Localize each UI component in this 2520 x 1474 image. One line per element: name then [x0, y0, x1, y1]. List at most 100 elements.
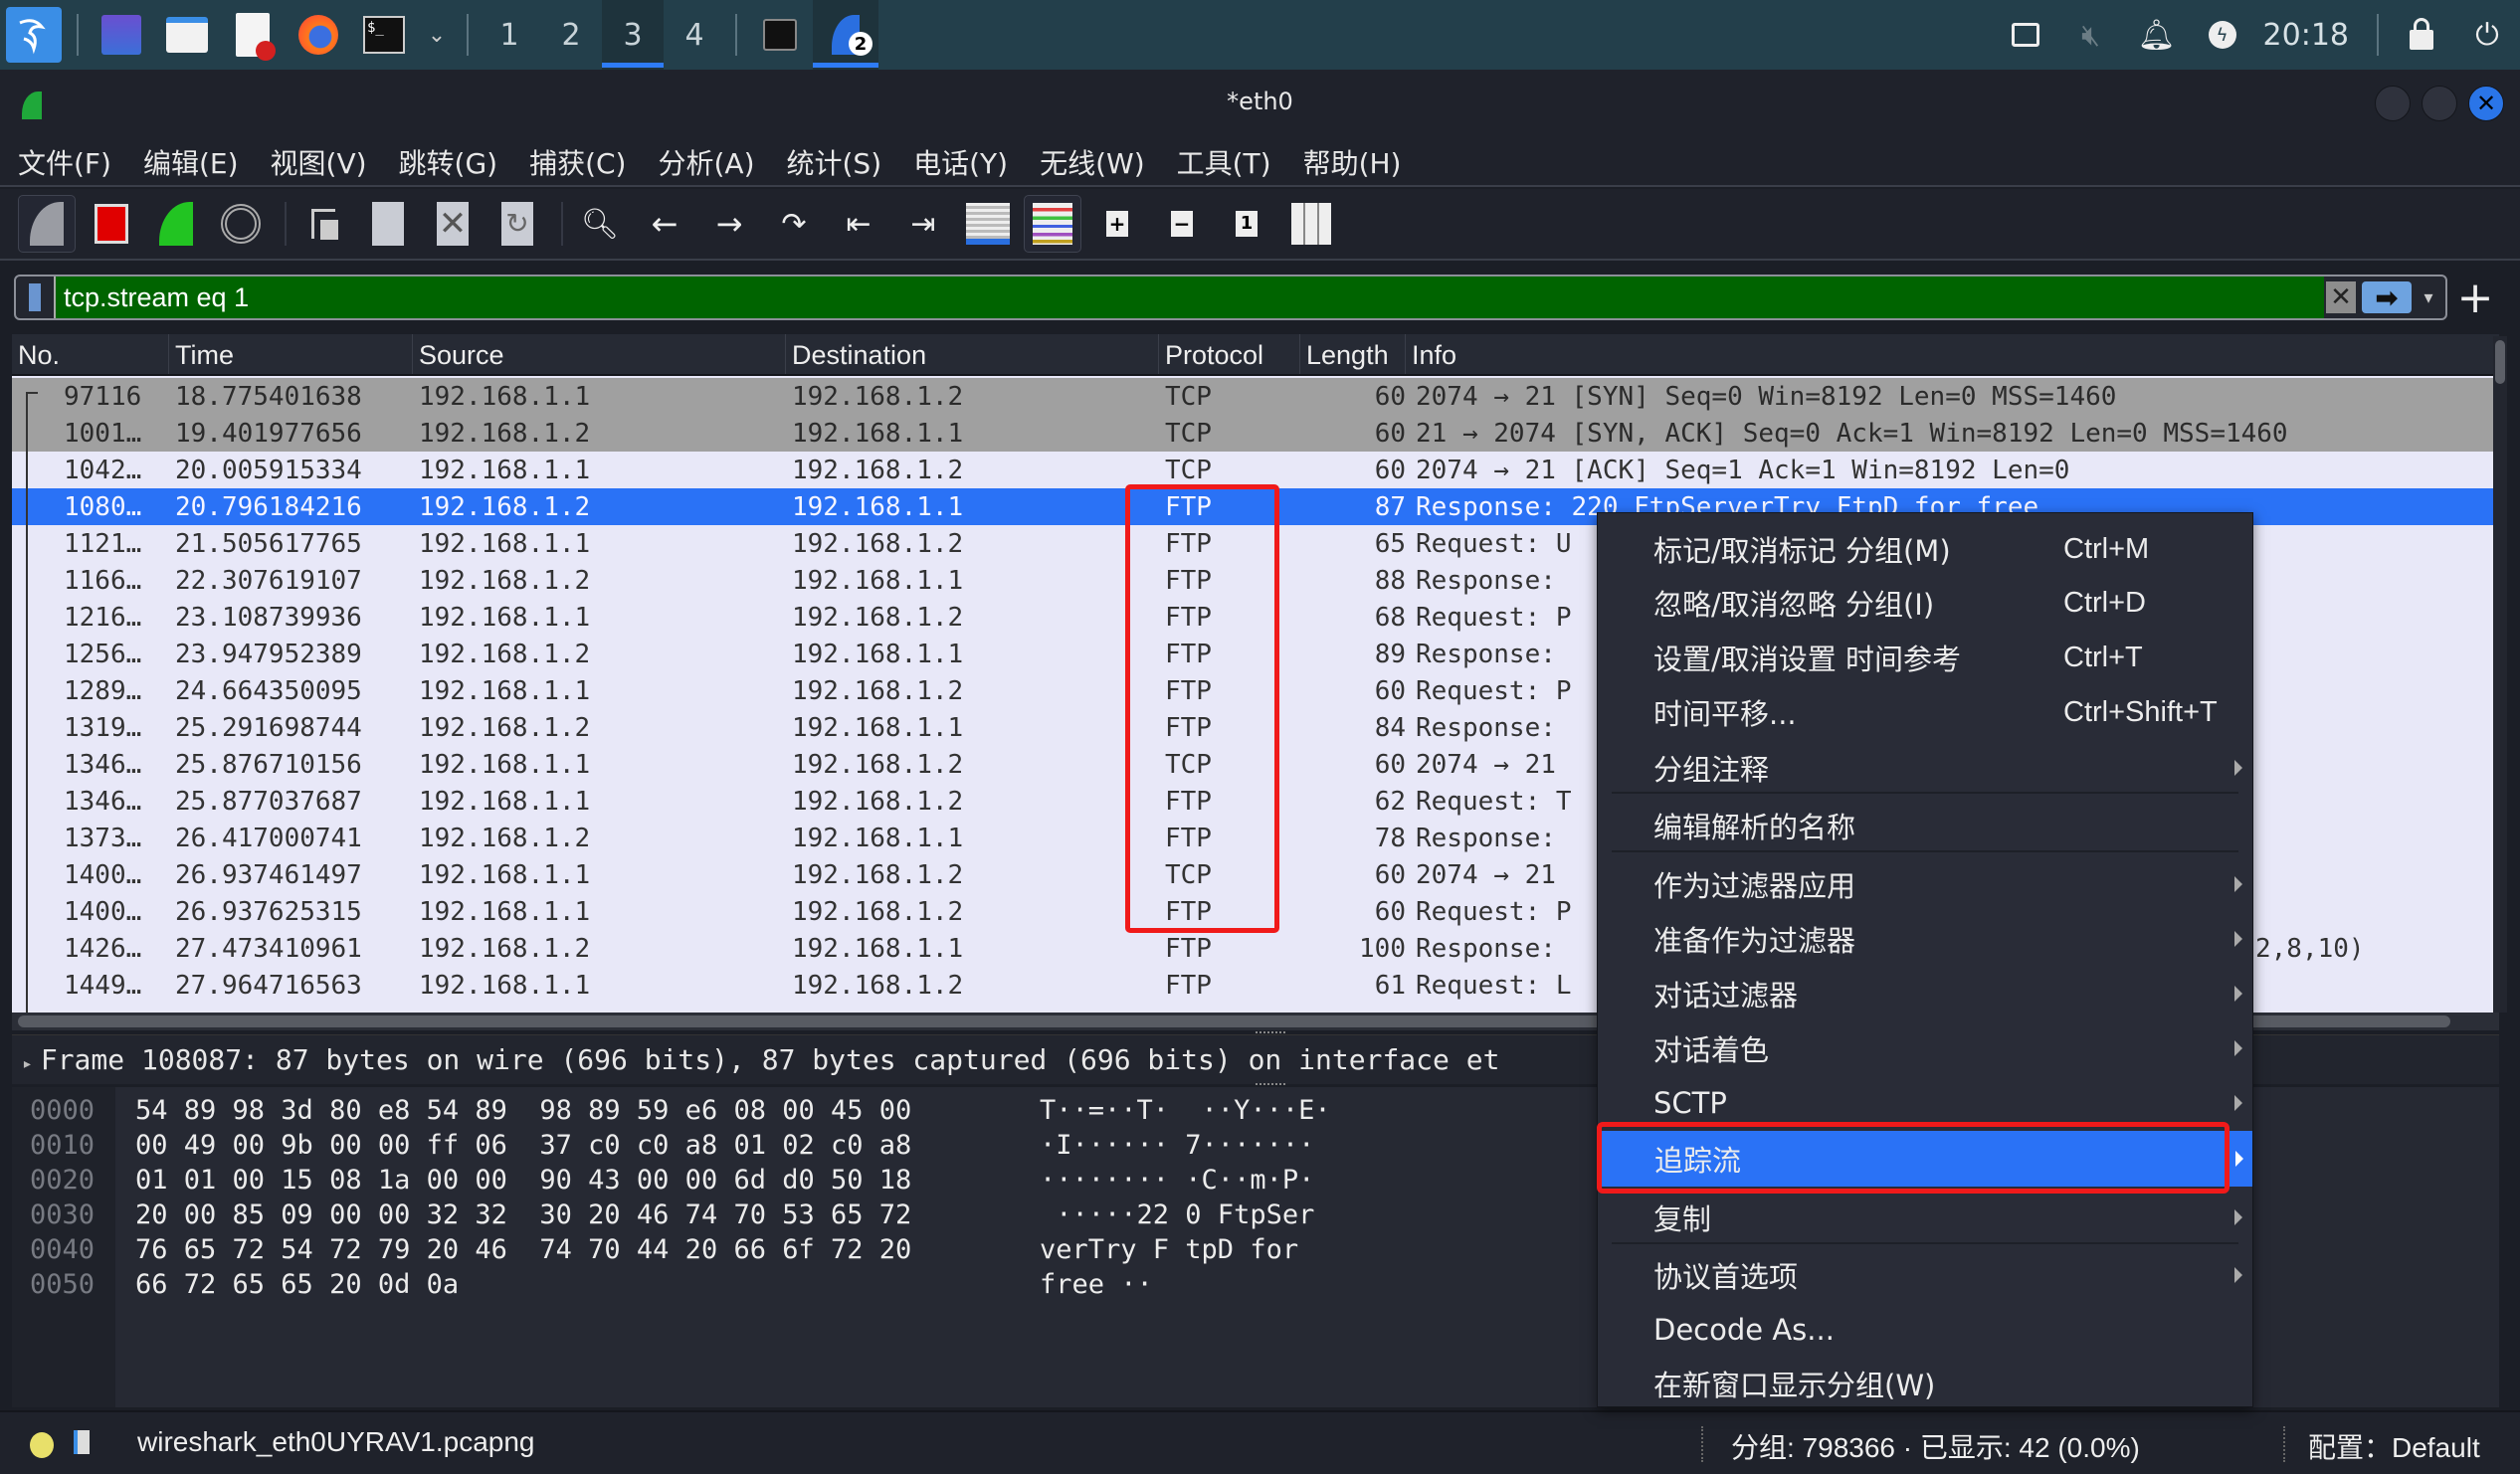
clear-filter-button[interactable]: ✕ — [2326, 281, 2356, 313]
column-header-protocol[interactable]: Protocol — [1159, 334, 1300, 374]
notification-bell-icon[interactable]: 🔔︎ — [2124, 18, 2190, 53]
menu-go[interactable]: 跳转(G) — [399, 142, 498, 182]
menu-item-time-shift[interactable]: 时间平移... Ctrl+Shift+T — [1598, 684, 2252, 740]
hex-ascii[interactable]: ·····22 0 FtpSer — [1040, 1199, 1314, 1230]
menu-wireless[interactable]: 无线(W) — [1040, 142, 1145, 182]
hex-ascii[interactable]: free ·· — [1040, 1269, 1153, 1300]
hex-bytes[interactable]: 00 49 00 9b 00 00 ff 06 37 c0 c0 a8 01 0… — [135, 1130, 911, 1161]
hex-ascii[interactable]: verTry F tpD for — [1040, 1234, 1314, 1265]
restart-capture-button[interactable] — [147, 195, 205, 253]
column-header-length[interactable]: Length — [1300, 334, 1406, 374]
menu-item-edit-resolved-name[interactable]: 编辑解析的名称 — [1598, 798, 2252, 853]
column-header-source[interactable]: Source — [413, 334, 786, 374]
menu-item-sctp[interactable]: SCTP — [1598, 1075, 2252, 1131]
menu-item-decode-as[interactable]: Decode As... — [1598, 1302, 2252, 1358]
mute-icon[interactable]: 🔇︎ — [2058, 18, 2124, 53]
capture-comment-icon[interactable] — [74, 1430, 90, 1454]
network-icon[interactable] — [1993, 23, 2058, 47]
pane-splitter-handle[interactable] — [1256, 1031, 1285, 1035]
close-button[interactable]: ✕ — [2468, 86, 2504, 121]
go-last-button[interactable]: ⇥ — [894, 195, 952, 253]
open-file-button[interactable] — [294, 195, 352, 253]
hex-bytes[interactable]: 20 00 85 09 00 00 32 32 30 20 46 74 70 5… — [135, 1199, 911, 1230]
go-first-button[interactable]: ⇤ — [830, 195, 887, 253]
menu-help[interactable]: 帮助(H) — [1303, 142, 1402, 182]
filter-history-dropdown[interactable]: ▾ — [2412, 287, 2445, 308]
zoom-in-button[interactable]: + — [1088, 195, 1146, 253]
expert-info-led-icon[interactable] — [30, 1432, 54, 1458]
expand-arrow-icon[interactable]: ▸ — [22, 1053, 33, 1074]
menu-item-follow-stream[interactable]: 追踪流 — [1599, 1131, 2252, 1187]
filter-bookmark-button[interactable] — [16, 276, 56, 318]
column-header-info[interactable]: Info — [1406, 334, 2499, 374]
workspace-1[interactable]: 1 — [479, 0, 540, 70]
text-editor-icon[interactable] — [225, 7, 281, 63]
hex-bytes[interactable]: 76 65 72 54 72 79 20 46 74 70 44 20 66 6… — [135, 1234, 911, 1265]
menu-item-colorize-conversation[interactable]: 对话着色 — [1598, 1020, 2252, 1076]
save-file-button[interactable] — [359, 195, 417, 253]
menu-item-copy[interactable]: 复制 — [1598, 1190, 2252, 1245]
packet-list-vertical-scrollbar[interactable] — [2493, 336, 2507, 1013]
hex-bytes[interactable]: 54 89 98 3d 80 e8 54 89 98 89 59 e6 08 0… — [135, 1095, 911, 1126]
menu-telephony[interactable]: 电话(Y) — [913, 142, 1008, 182]
menu-item-ignore-packet[interactable]: 忽略/取消忽略 分组(I) Ctrl+D — [1598, 575, 2252, 631]
frame-tree-item[interactable]: ▸ Frame 108087: 87 bytes on wire (696 bit… — [22, 1043, 1499, 1076]
menu-item-show-packet-in-new-window[interactable]: 在新窗口显示分组(W) — [1598, 1356, 2252, 1411]
menu-capture[interactable]: 捕获(C) — [529, 142, 626, 182]
zoom-out-button[interactable]: − — [1153, 195, 1211, 253]
desktop-icon[interactable] — [94, 7, 149, 63]
pane-splitter-handle[interactable] — [1256, 1083, 1285, 1087]
configuration-profile[interactable]: 配置：Default — [2308, 1426, 2480, 1466]
menu-item-protocol-preferences[interactable]: 协议首选项 — [1598, 1247, 2252, 1303]
normal-size-button[interactable]: 1 — [1218, 195, 1275, 253]
hex-bytes[interactable]: 01 01 00 15 08 1a 00 00 90 43 00 00 6d d… — [135, 1165, 911, 1196]
go-back-button[interactable]: ← — [636, 195, 693, 253]
menu-item-apply-as-filter[interactable]: 作为过滤器应用 — [1598, 856, 2252, 912]
terminal-window-icon[interactable] — [752, 7, 808, 63]
minimize-button[interactable] — [2375, 86, 2411, 121]
workspace-4[interactable]: 4 — [664, 0, 725, 70]
menu-edit[interactable]: 编辑(E) — [143, 142, 239, 182]
menu-item-time-reference[interactable]: 设置/取消设置 时间参考 Ctrl+T — [1598, 630, 2252, 685]
column-header-destination[interactable]: Destination — [786, 334, 1159, 374]
maximize-button[interactable] — [2422, 86, 2457, 121]
terminal-icon[interactable]: $_ — [356, 7, 412, 63]
wireshark-taskbar-button[interactable]: 2 — [813, 0, 878, 70]
workspace-2[interactable]: 2 — [540, 0, 602, 70]
lock-icon[interactable] — [2389, 18, 2454, 50]
menu-statistics[interactable]: 统计(S) — [787, 142, 882, 182]
resize-columns-button[interactable] — [1282, 195, 1340, 253]
colorize-button[interactable] — [1024, 195, 1081, 253]
logout-icon[interactable]: ⏻ — [2454, 18, 2520, 53]
packet-row[interactable]: 1001… 19.401977656 192.168.1.2 192.168.1.1 T… — [12, 415, 2499, 452]
menu-item-packet-comment[interactable]: 分组注释 — [1598, 740, 2252, 796]
add-filter-button[interactable]: + — [2450, 273, 2500, 323]
start-capture-button[interactable] — [18, 195, 76, 253]
kali-menu-icon[interactable] — [6, 7, 62, 63]
hex-ascii[interactable]: T··=··T· ··Y···E· — [1040, 1095, 1331, 1126]
packet-row[interactable]: 97116 18.775401638 192.168.1.1 192.168.1.2 T… — [12, 378, 2499, 415]
menu-item-prepare-as-filter[interactable]: 准备作为过滤器 — [1598, 911, 2252, 967]
go-forward-button[interactable]: → — [700, 195, 758, 253]
column-header-no[interactable]: No. — [12, 334, 169, 374]
auto-scroll-button[interactable] — [959, 195, 1017, 253]
file-manager-icon[interactable] — [159, 7, 215, 63]
display-filter-input[interactable] — [56, 276, 2324, 318]
hex-bytes[interactable]: 66 72 65 65 20 0d 0a — [135, 1269, 459, 1300]
go-to-packet-button[interactable]: ↷ — [765, 195, 823, 253]
chevron-down-icon[interactable]: ⌄ — [422, 7, 452, 63]
firefox-icon[interactable] — [291, 7, 346, 63]
hex-ascii[interactable]: ·I······ 7······· — [1040, 1130, 1314, 1161]
power-icon[interactable]: ϟ — [2190, 21, 2255, 49]
menu-tools[interactable]: 工具(T) — [1177, 142, 1271, 182]
packet-row[interactable]: 1042… 20.005915334 192.168.1.1 192.168.1.2 T… — [12, 452, 2499, 488]
hex-ascii[interactable]: ········ ·C··m·P· — [1040, 1165, 1314, 1196]
stop-capture-button[interactable] — [83, 195, 140, 253]
workspace-3[interactable]: 3 — [602, 0, 664, 70]
column-header-time[interactable]: Time — [169, 334, 413, 374]
menu-view[interactable]: 视图(V) — [271, 142, 367, 182]
menu-item-conversation-filter[interactable]: 对话过滤器 — [1598, 966, 2252, 1021]
menu-analyze[interactable]: 分析(A) — [658, 142, 754, 182]
clock[interactable]: 20:18 — [2263, 18, 2349, 53]
apply-filter-button[interactable]: ➡ — [2362, 281, 2412, 314]
